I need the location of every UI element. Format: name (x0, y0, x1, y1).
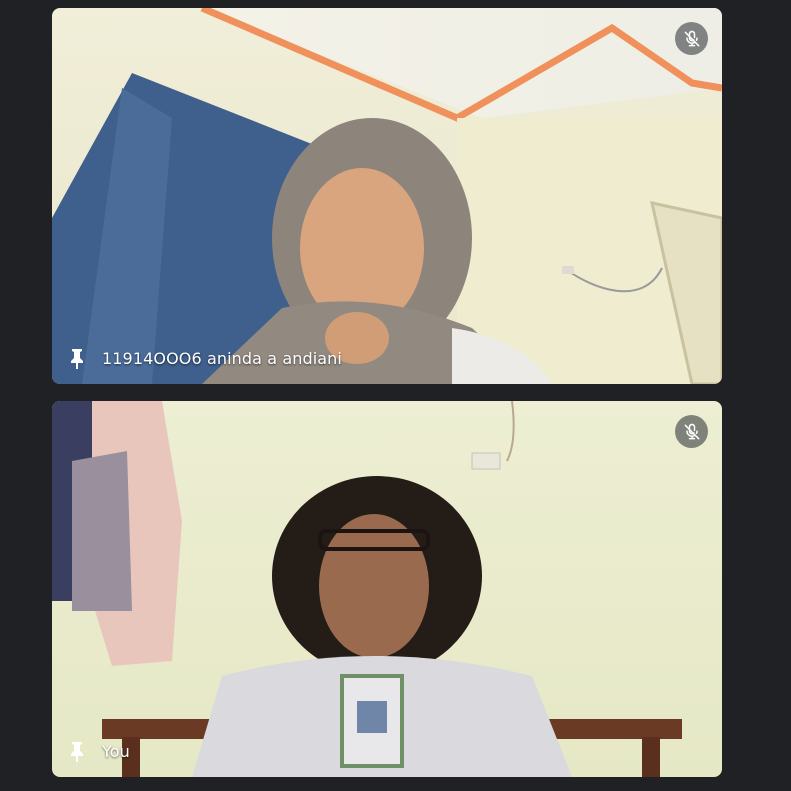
pin-icon[interactable] (66, 346, 88, 370)
mic-off-indicator (675, 22, 708, 55)
participant-label: 11914OOO6 aninda a andiani (66, 346, 342, 370)
pin-icon[interactable] (66, 739, 88, 763)
mic-off-indicator (675, 415, 708, 448)
self-video (52, 401, 722, 777)
participant-tile-you[interactable]: You (52, 401, 722, 777)
mic-off-icon (684, 30, 699, 46)
participant-video (52, 8, 722, 384)
meeting-grid: 11914OOO6 aninda a andiani You (0, 0, 791, 791)
participant-name: 11914OOO6 aninda a andiani (102, 348, 342, 368)
mic-off-icon (684, 423, 699, 439)
participant-tile-aninda[interactable]: 11914OOO6 aninda a andiani (52, 8, 722, 384)
participant-label: You (66, 739, 130, 763)
participant-name: You (102, 741, 130, 761)
